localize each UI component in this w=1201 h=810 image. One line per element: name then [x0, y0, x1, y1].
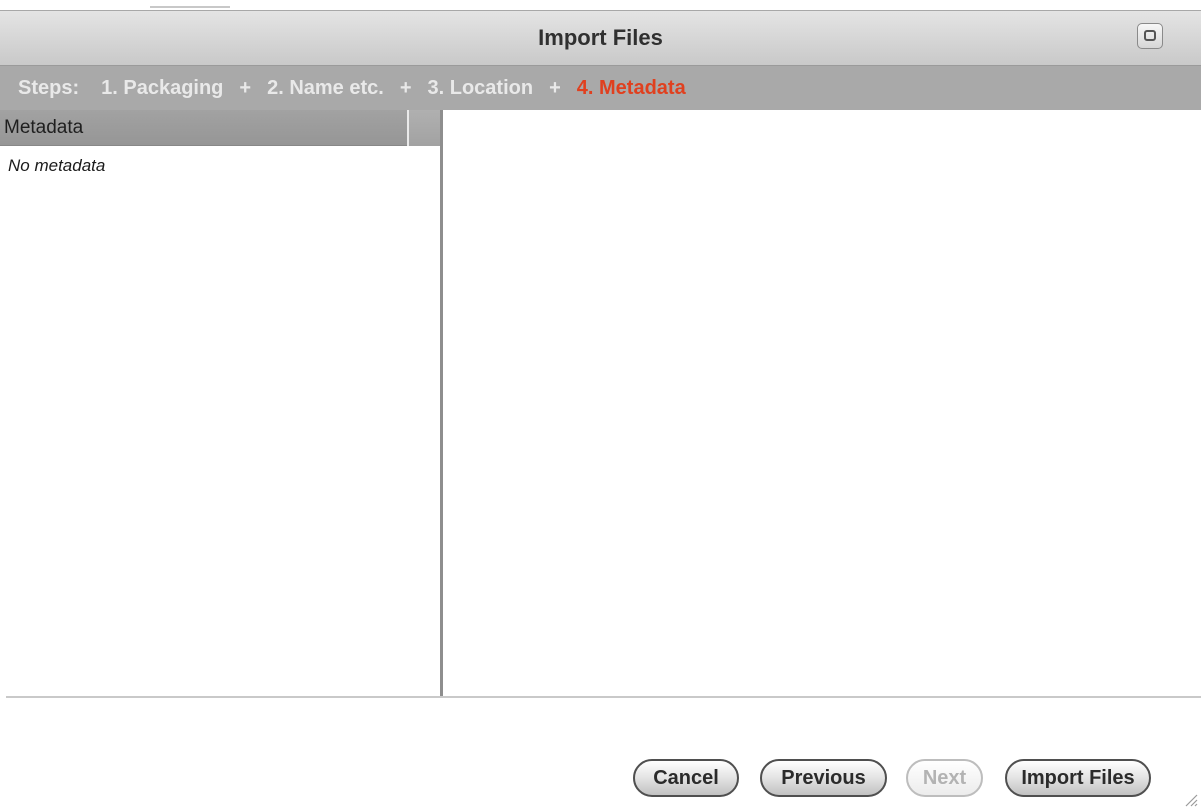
step-separator: + [239, 76, 252, 99]
step-name-etc[interactable]: 2. Name etc. [267, 77, 384, 100]
metadata-list-panel: Metadata No metadata [0, 110, 440, 696]
metadata-detail-panel [443, 110, 1201, 696]
previous-button[interactable]: Previous [760, 759, 887, 797]
top-edge-mark [150, 6, 230, 8]
step-separator: + [549, 76, 561, 99]
step-location[interactable]: 3. Location [428, 77, 534, 100]
step-separator: + [399, 76, 412, 99]
step-metadata-active[interactable]: 4. Metadata [577, 77, 686, 100]
window-title: Import Files [538, 25, 663, 50]
resize-grip-icon[interactable] [1182, 791, 1198, 807]
step-packaging[interactable]: 1. Packaging [101, 77, 223, 100]
next-button[interactable]: Next [906, 759, 983, 797]
column-header-corner [409, 110, 440, 146]
steps-label: Steps: [18, 76, 80, 99]
maximize-button[interactable] [1137, 23, 1163, 49]
import-files-button[interactable]: Import Files [1005, 759, 1151, 797]
window-top-edge [0, 0, 1201, 10]
metadata-column-header-label: Metadata [4, 117, 84, 138]
title-bar: Import Files [0, 10, 1201, 66]
metadata-column-header[interactable]: Metadata [0, 110, 440, 146]
steps-bar: Steps: 1. Packaging + 2. Name etc. + 3. … [0, 66, 1201, 110]
import-files-dialog: Import Files Steps: 1. Packaging + 2. Na… [0, 0, 1201, 810]
cancel-button[interactable]: Cancel [633, 759, 739, 797]
maximize-icon [1144, 30, 1156, 41]
footer-divider [6, 696, 1201, 698]
no-metadata-text: No metadata [8, 156, 106, 175]
